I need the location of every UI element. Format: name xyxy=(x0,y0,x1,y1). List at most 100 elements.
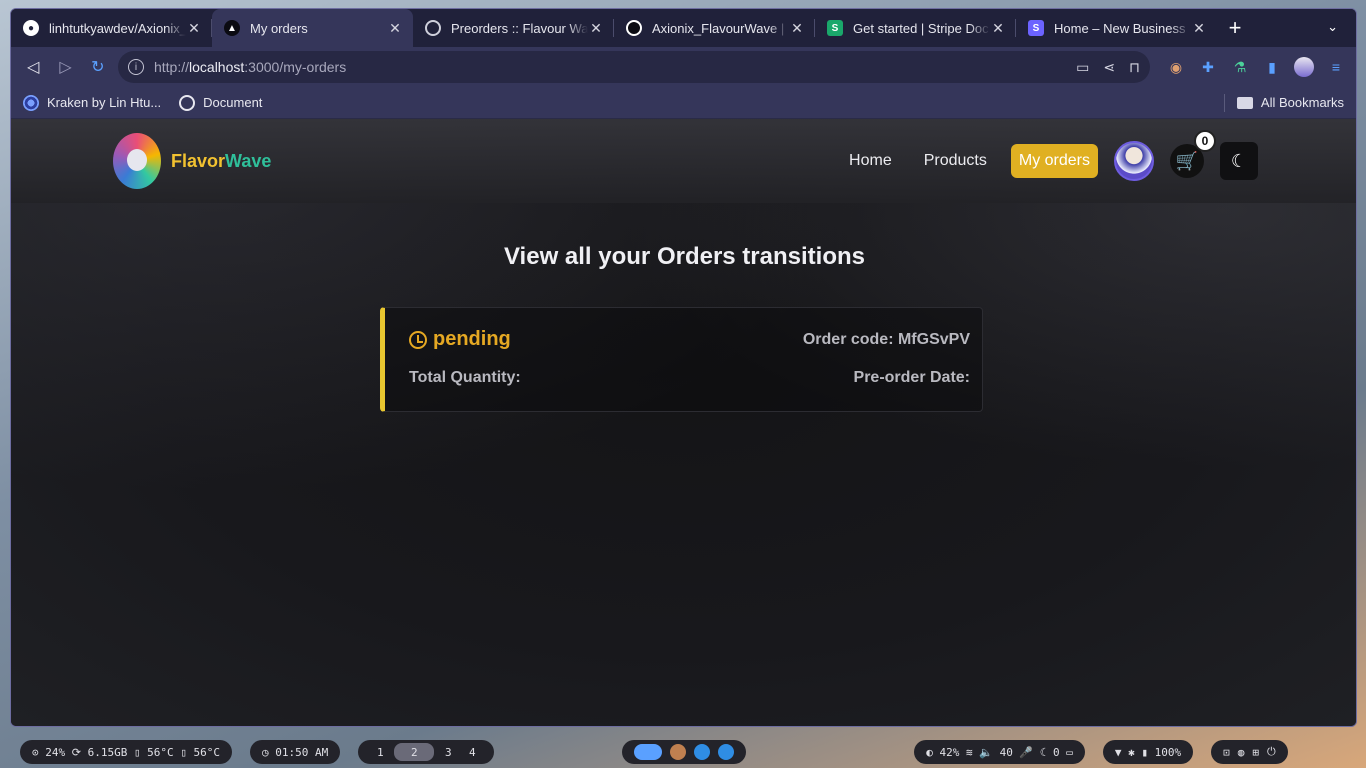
power-icon[interactable]: ⏻ xyxy=(1267,745,1276,759)
address-bar[interactable]: i http://localhost:3000/my-orders ▭ ⋖ ⊓ xyxy=(117,51,1150,83)
web-page: FlavorWave Home Products My orders 🛒 0 ☾ xyxy=(11,119,1356,726)
order-code: Order code: MfGSvPV xyxy=(802,330,970,348)
main-nav: Home Products My orders 🛒 0 ☾ xyxy=(841,130,1258,181)
palette-icon[interactable]: ◍ xyxy=(1238,746,1245,759)
flask-icon[interactable]: ⚗ xyxy=(1230,57,1250,77)
clock-icon xyxy=(409,330,427,349)
notification-icon[interactable]: ⊡ xyxy=(1223,746,1230,759)
bookmark-document[interactable]: Document xyxy=(179,94,262,111)
divider xyxy=(1223,93,1225,112)
reader-icon[interactable]: ▭ xyxy=(1076,59,1089,76)
square-s-icon: S xyxy=(1028,20,1044,36)
close-icon[interactable]: ✕ xyxy=(990,20,1006,37)
axionix-icon xyxy=(626,20,642,36)
order-card-row-1: pending Order code: MfGSvPV xyxy=(409,328,970,351)
close-icon[interactable]: ✕ xyxy=(588,20,604,37)
bookmarks-bar: Kraken by Lin Htu... Document All Bookma… xyxy=(11,87,1356,119)
url-prefix: http:// xyxy=(153,59,190,75)
moon-icon: ☾ xyxy=(1230,150,1248,171)
workspace-4[interactable]: 4 xyxy=(462,743,482,761)
bookmark-label: Kraken by Lin Htu... xyxy=(47,95,162,110)
workspace-2[interactable]: 2 xyxy=(394,743,435,761)
cart-count-badge: 0 xyxy=(1194,130,1216,152)
cart-icon: 🛒 xyxy=(1175,150,1199,171)
tab-title: Axionix_FlavourWave | xyxy=(652,20,785,36)
status-label: pending xyxy=(433,328,511,350)
workspaces: 1 2 3 4 xyxy=(358,740,495,764)
info-icon[interactable]: i xyxy=(127,59,144,75)
globe-icon xyxy=(425,20,441,36)
nav-products[interactable]: Products xyxy=(916,144,995,178)
tab-stripe[interactable]: S Get started | Stripe Doc ✕ xyxy=(815,9,1016,47)
avatar[interactable] xyxy=(1114,141,1154,181)
order-status: pending xyxy=(409,328,511,351)
nav-home[interactable]: Home xyxy=(841,144,900,178)
back-icon[interactable]: ◁ xyxy=(21,53,45,81)
battery-tray[interactable]: ▼ ✱ ▮ 100% xyxy=(1102,740,1194,764)
clock: ◷ 01:50 AM xyxy=(250,740,341,764)
site-navbar: FlavorWave Home Products My orders 🛒 0 ☾ xyxy=(11,119,1356,203)
tab-title: linhtutkyawdev/Axionix_ xyxy=(49,20,186,36)
tab-preorders[interactable]: Preorders :: Flavour Wa ✕ xyxy=(413,9,614,47)
power-tray[interactable]: ⊡ ◍ ⊞ ⏻ xyxy=(1211,740,1288,764)
tab-title: My orders xyxy=(250,20,308,36)
workspace-1[interactable]: 1 xyxy=(370,743,390,761)
chevron-down-icon[interactable]: ⌄ xyxy=(1327,19,1338,35)
forward-icon[interactable]: ▷ xyxy=(53,53,77,81)
new-tab-button[interactable]: + xyxy=(1217,9,1253,47)
omnibox-actions: ▭ ⋖ ⊓ xyxy=(1076,59,1140,76)
close-icon[interactable]: ✕ xyxy=(1191,20,1207,37)
chrome-app-icon[interactable] xyxy=(634,744,663,760)
puzzle-icon[interactable]: ✚ xyxy=(1198,57,1218,77)
tab-title: Preorders :: Flavour Wa xyxy=(451,20,588,36)
tab-axionix[interactable]: Axionix_FlavourWave | ✕ xyxy=(614,9,815,47)
vscode-app-icon[interactable] xyxy=(694,744,711,760)
order-card-row-2: Total Quantity: Pre-order Date: xyxy=(409,369,970,387)
menu-icon[interactable]: ≡ xyxy=(1326,57,1346,77)
theme-toggle-button[interactable]: ☾ xyxy=(1220,142,1258,180)
preorder-date: Pre-order Date: xyxy=(853,369,970,386)
screenshot-icon[interactable]: ⊞ xyxy=(1252,746,1259,759)
extensions-area: ◉ ✚ ⚗ ▮ ≡ xyxy=(1166,57,1346,77)
extension-eye-icon[interactable]: ◉ xyxy=(1166,57,1186,77)
close-icon[interactable]: ✕ xyxy=(387,20,403,37)
vscode-app-icon-2[interactable] xyxy=(718,744,735,760)
brand-part-2: Wave xyxy=(225,150,272,171)
total-quantity: Total Quantity: xyxy=(409,369,521,386)
url-text[interactable]: http://localhost:3000/my-orders xyxy=(154,59,1066,75)
bookmark-icon[interactable]: ⊓ xyxy=(1129,59,1140,76)
close-icon[interactable]: ✕ xyxy=(789,20,805,37)
taskbar: ⊙ 24% ⟳ 6.15GB ▯ 56°C ▯ 56°C ◷ 01:50 AM … xyxy=(0,736,1366,768)
triangle-icon: ▲ xyxy=(224,20,240,36)
cart-button[interactable]: 🛒 0 xyxy=(1170,130,1216,178)
sidebar-icon[interactable]: ▮ xyxy=(1262,57,1282,77)
desktop: ● linhtutkyawdev/Axionix_ ✕ ▲ My orders … xyxy=(0,0,1366,768)
url-host: localhost xyxy=(189,59,245,75)
kraken-icon xyxy=(23,94,39,111)
globe-icon xyxy=(179,94,196,111)
workspace-3[interactable]: 3 xyxy=(438,743,458,761)
browser-toolbar: ◁ ▷ ↻ i http://localhost:3000/my-orders … xyxy=(11,47,1356,87)
tab-my-orders[interactable]: ▲ My orders ✕ xyxy=(212,9,413,47)
bookmark-kraken[interactable]: Kraken by Lin Htu... xyxy=(23,94,162,111)
system-tray[interactable]: ◐ 42% ≋ 🔈 40 🎤 ☾ 0 ▭ xyxy=(914,740,1085,764)
app-dock xyxy=(622,740,747,764)
share-icon[interactable]: ⋖ xyxy=(1103,59,1115,76)
profile-avatar[interactable] xyxy=(1293,57,1314,77)
nav-my-orders[interactable]: My orders xyxy=(1010,144,1098,178)
brand-name: FlavorWave xyxy=(171,151,271,172)
site-logo[interactable]: FlavorWave xyxy=(113,133,271,189)
reload-icon[interactable]: ↻ xyxy=(86,53,110,81)
system-stats: ⊙ 24% ⟳ 6.15GB ▯ 56°C ▯ 56°C xyxy=(20,740,233,764)
brand-part-1: Flavor xyxy=(171,150,226,171)
github-icon: ● xyxy=(23,20,39,36)
order-card[interactable]: pending Order code: MfGSvPV Total Quanti… xyxy=(380,307,983,412)
tab-strip: ● linhtutkyawdev/Axionix_ ✕ ▲ My orders … xyxy=(11,9,1356,47)
tab-new-business[interactable]: S Home – New Business ✕ xyxy=(1016,9,1217,47)
page-title: View all your Orders transitions xyxy=(503,243,865,270)
folder-icon xyxy=(1236,96,1253,109)
tab-github[interactable]: ● linhtutkyawdev/Axionix_ ✕ xyxy=(11,9,212,47)
close-icon[interactable]: ✕ xyxy=(186,20,202,37)
all-bookmarks[interactable]: All Bookmarks xyxy=(1223,93,1344,112)
terminal-app-icon[interactable] xyxy=(670,744,687,760)
